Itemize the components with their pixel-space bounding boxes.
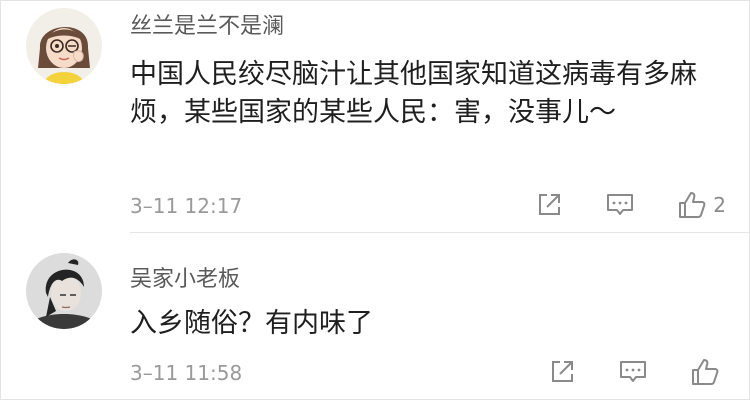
comment-item: 吴家小老板 入乡随俗？有内味了 3–11 11:58: [0, 233, 750, 400]
share-icon: [539, 194, 561, 215]
share-icon: [552, 361, 573, 382]
comment-actions: [506, 357, 726, 387]
comment-button[interactable]: [618, 358, 648, 386]
like-button[interactable]: 2: [677, 190, 726, 220]
username[interactable]: 丝兰是兰不是澜: [130, 8, 284, 40]
username[interactable]: 吴家小老板: [130, 261, 240, 293]
avatar[interactable]: [26, 8, 102, 84]
thumbs-up-icon: [679, 192, 706, 218]
cartoon-girl-avatar-icon: [26, 8, 102, 84]
comment-item: 丝兰是兰不是澜 中国人民绞尽脑汁让其他国家知道这病毒有多麻烦，某些国家的某些人民…: [0, 0, 750, 232]
comment-button[interactable]: [605, 191, 635, 219]
avatar[interactable]: [26, 253, 102, 329]
share-button[interactable]: [535, 191, 563, 219]
timestamp: 3–11 11:58: [130, 361, 243, 385]
comment-icon: [620, 361, 646, 382]
comment-actions: 2: [493, 190, 726, 220]
anime-character-avatar-icon: [26, 253, 102, 329]
like-count: 2: [713, 193, 726, 217]
thumbs-up-icon: [692, 359, 719, 385]
share-button[interactable]: [548, 358, 576, 386]
comment-icon: [607, 194, 634, 215]
timestamp: 3–11 12:17: [130, 194, 243, 218]
like-button[interactable]: [690, 357, 726, 387]
comment-text: 中国人民绞尽脑汁让其他国家知道这病毒有多麻烦，某些国家的某些人民：害，没事儿～: [130, 59, 697, 128]
comment-text: 入乡随俗？有内味了: [130, 308, 373, 339]
